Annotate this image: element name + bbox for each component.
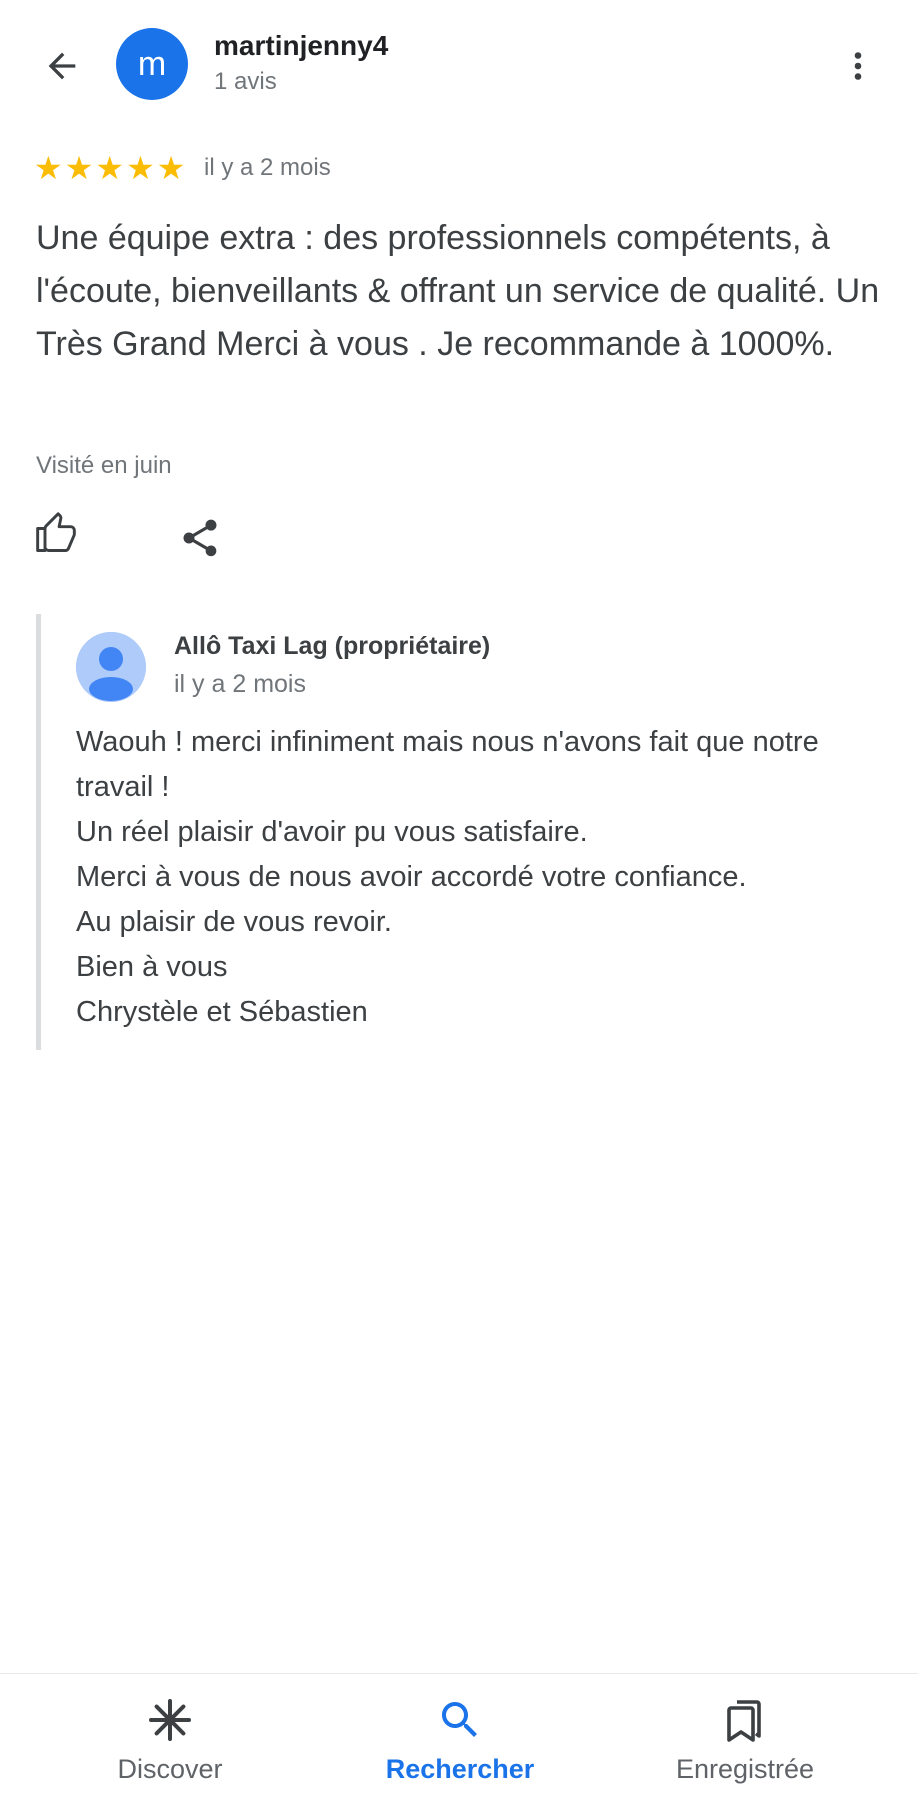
reply-line: Chrystèle et Sébastien	[76, 996, 368, 1028]
nav-saved-label: Enregistrée	[675, 1754, 815, 1784]
reply-line: Waouh ! merci infiniment mais nous n'avo…	[76, 726, 819, 803]
reply-line: Un réel plaisir d'avoir pu vous satisfai…	[76, 816, 588, 848]
review-time: il y a 2 mois	[204, 154, 331, 181]
search-icon	[442, 1702, 477, 1737]
owner-avatar	[76, 632, 146, 702]
star-icon: ★	[156, 150, 186, 186]
star-icon: ★	[126, 150, 155, 186]
star-rating: ★ ★ ★ ★ ★	[34, 152, 185, 184]
nav-search[interactable]: Rechercher	[360, 1674, 560, 1800]
review-text: Une équipe extra : des professionnels co…	[36, 219, 880, 363]
more-options-button[interactable]	[834, 38, 882, 94]
nav-search-label: Rechercher	[385, 1754, 535, 1784]
star-icon: ★	[95, 150, 125, 186]
star-icon: ★	[34, 150, 63, 186]
bookmarks-icon	[727, 1700, 761, 1742]
owner-reply-time: il y a 2 mois	[174, 670, 306, 698]
owner-name: Allô Taxi Lag (propriétaire)	[174, 632, 491, 660]
avatar-letter: m	[137, 44, 167, 83]
reply-line: Au plaisir de vous revoir.	[76, 906, 392, 938]
user-avatar[interactable]: m	[116, 28, 188, 100]
owner-reply-text: Waouh ! merci infiniment mais nous n'avo…	[76, 720, 894, 1035]
more-vert-icon	[854, 52, 862, 80]
share-button[interactable]	[178, 516, 226, 564]
bottom-navigation: Discover Rechercher Enregistrée	[0, 1673, 918, 1800]
reply-line: Bien à vous	[76, 951, 228, 983]
thumb-up-icon	[36, 512, 76, 552]
user-name[interactable]: martinjenny4	[214, 30, 388, 62]
nav-saved[interactable]: Enregistrée	[645, 1674, 845, 1800]
star-icon: ★	[64, 150, 94, 186]
nav-discover-label: Discover	[117, 1754, 223, 1784]
like-button[interactable]	[34, 512, 82, 560]
reply-line: Merci à vous de nous avoir accordé votre…	[76, 861, 747, 893]
reply-indicator-bar	[36, 614, 41, 1050]
nav-discover[interactable]: Discover	[70, 1674, 270, 1800]
person-icon	[76, 632, 146, 702]
arrow-back-icon	[48, 52, 76, 80]
visited-date: Visité en juin	[36, 452, 172, 479]
share-icon	[183, 519, 217, 557]
user-review-count: 1 avis	[214, 68, 277, 95]
back-button[interactable]	[34, 38, 90, 94]
asterisk-icon	[149, 1699, 191, 1741]
